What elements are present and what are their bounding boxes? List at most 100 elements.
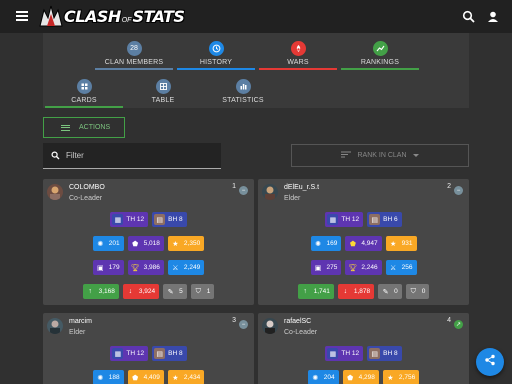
actions-label: ACTIONS [79, 124, 111, 131]
logo-text-of: OF [121, 16, 132, 24]
share-button[interactable] [476, 348, 504, 376]
member-name: COLOMBO [69, 184, 105, 191]
trophies-chip: ⬟ 4,947 [345, 236, 382, 251]
tab-underline [341, 68, 419, 70]
tab-label: TABLE [151, 97, 175, 104]
attacks-value: 256 [401, 264, 413, 271]
league-icon: ⬟ [347, 374, 354, 382]
heroes-chip: ▣ 275 [310, 260, 342, 275]
town-hall-icon: ▦ [327, 214, 339, 225]
chevron-down-icon [412, 154, 419, 157]
history-icon [208, 41, 224, 56]
member-rank: 1 [232, 183, 236, 190]
tab-cards[interactable]: CARDS [45, 79, 123, 108]
star-icon: ★ [172, 240, 179, 248]
member-name: rafaelSC [284, 318, 312, 325]
section-navigation: 28 CLAN MEMBERS HISTORY WARS RANKINGS CA… [43, 33, 469, 108]
war-icon [290, 41, 306, 56]
tab-underline [45, 106, 123, 108]
clan-games-value: 5 [179, 288, 183, 295]
received-value: 1,878 [353, 288, 371, 295]
xp-chip: ✺ 188 [92, 370, 124, 384]
member-card[interactable]: COLOMBO Co-Leader 1 − ▦ TH 12 ▤ BH 8 ✺ 201 … [43, 179, 254, 305]
received-value: 3,924 [138, 288, 156, 295]
builder-hall-icon: ▤ [369, 348, 381, 359]
sort-select[interactable]: RANK IN CLAN [291, 144, 469, 167]
main-stats-row: ✺ 201 ⬟ 5,018 ★ 2,350 [43, 236, 254, 251]
tab-label: WARS [287, 59, 309, 66]
town-hall-icon: ▦ [112, 348, 124, 359]
hall-levels-row: ▦ TH 12 ▤ BH 6 [258, 212, 469, 227]
trophy-icon: 🏆︎ [130, 264, 140, 272]
sword-icon: ⚔︎ [172, 264, 179, 272]
defense-chip: ⛉ 1 [190, 284, 215, 299]
logo-castle-icon [38, 4, 64, 28]
sort-icon [341, 151, 352, 160]
cards-icon [76, 79, 92, 94]
member-card[interactable]: dElEu_r.S.t Elder 2 − ▦ TH 12 ▤ BH 6 ✺ 169 … [258, 179, 469, 305]
xp-chip: ✺ 204 [307, 370, 339, 384]
tab-clan-members[interactable]: 28 CLAN MEMBERS [95, 41, 173, 70]
tab-label: CARDS [71, 97, 97, 104]
list-icon [61, 124, 70, 131]
trophies-chip: ⬟ 5,018 [127, 236, 164, 251]
builder-trophies-value: 2,246 [361, 264, 378, 271]
town-hall-chip: ▦ TH 12 [110, 212, 149, 227]
builder-hall-icon: ▤ [154, 214, 166, 225]
tab-underline [259, 68, 337, 70]
defense-chip: ⛉ 0 [405, 284, 430, 299]
tab-underline [177, 68, 255, 70]
main-stats-row: ✺ 204 ⬟ 4,298 ★ 2,756 [258, 370, 469, 384]
avatar [47, 318, 63, 334]
tab-rankings[interactable]: RANKINGS [341, 41, 419, 70]
member-name: marcim [69, 318, 92, 325]
member-rank: 3 [232, 317, 236, 324]
town-hall-chip: ▦ TH 12 [110, 346, 149, 361]
arrow-down-icon: ↓ [128, 288, 133, 295]
tab-label: CLAN MEMBERS [104, 59, 164, 66]
donated-value: 1,741 [313, 288, 330, 295]
secondary-stats-row: ▣ 179 🏆︎ 3,986 ⚔︎ 2,249 [43, 260, 254, 275]
tab-wars[interactable]: WARS [259, 41, 337, 70]
clan-games-value: 0 [394, 288, 398, 295]
shield-icon: ⛉ [195, 287, 201, 295]
trophies-value: 4,298 [358, 374, 375, 381]
arrow-up-icon: ↑ [88, 288, 92, 295]
donated-chip: ↑ 1,741 [297, 284, 334, 299]
defense-value: 0 [421, 288, 426, 295]
hero-icon: ▣ [314, 264, 322, 272]
sort-label: RANK IN CLAN [357, 152, 407, 159]
trend-neutral-icon: − [454, 186, 463, 195]
member-card[interactable]: rafaelSC Co-Leader 4 ↗ ▦ TH 12 ▤ BH 8 ✺ 204… [258, 313, 469, 384]
received-chip: ↓ 3,924 [122, 284, 160, 299]
builder-trophies-value: 3,986 [143, 264, 160, 271]
tab-history[interactable]: HISTORY [177, 41, 255, 70]
trophy-icon: 🏆︎ [348, 264, 358, 272]
clan-games-chip: ✎ 0 [378, 284, 402, 299]
xp-icon: ✺ [97, 374, 104, 382]
account-icon[interactable] [486, 10, 500, 24]
town-hall-level: TH 12 [341, 350, 360, 357]
tab-table[interactable]: TABLE [124, 79, 202, 104]
filter-input[interactable] [66, 151, 206, 160]
arrow-up-icon: ↑ [303, 288, 307, 295]
tab-label: STATISTICS [222, 97, 264, 104]
member-role: Elder [69, 329, 86, 336]
actions-button[interactable]: ACTIONS [43, 117, 125, 138]
star-icon: ★ [172, 374, 179, 382]
search-icon[interactable] [462, 10, 476, 24]
clash-of-stats-logo[interactable]: CLASH OF STATS [38, 3, 185, 29]
league-icon: ⬟ [349, 240, 356, 248]
tab-statistics[interactable]: STATISTICS [204, 79, 282, 104]
xp-icon: ✺ [315, 240, 321, 248]
attacks-chip: ⚔︎ 256 [385, 260, 417, 275]
builder-hall-icon: ▤ [154, 348, 166, 359]
member-card[interactable]: marcim Elder 3 − ▦ TH 12 ▤ BH 8 ✺ 188 ⬟ 4,40… [43, 313, 254, 384]
filter-field[interactable] [43, 143, 221, 169]
defense-value: 1 [206, 288, 211, 295]
logo-text-stats: STATS [132, 6, 185, 26]
builder-hall-chip: ▤ BH 8 [367, 346, 402, 361]
donation-stats-row: ↑ 1,741 ↓ 1,878 ✎ 0 ⛉ 0 [258, 284, 469, 299]
war-stars-value: 2,756 [398, 374, 416, 381]
menu-icon[interactable] [16, 11, 28, 21]
